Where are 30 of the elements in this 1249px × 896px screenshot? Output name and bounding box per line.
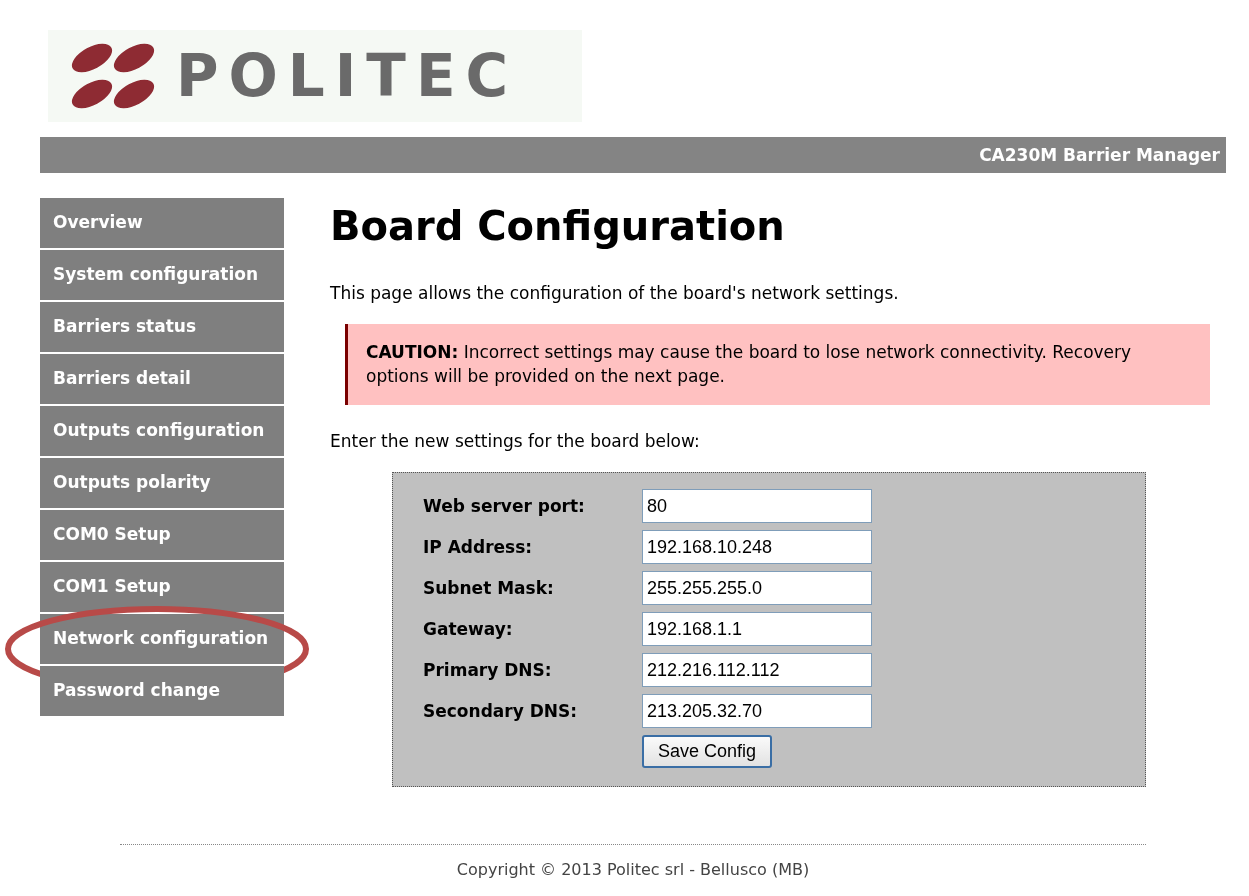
field-label: Secondary DNS: [423, 701, 579, 721]
nav-item[interactable]: Password change [40, 666, 284, 716]
field-label: IP Address: [423, 537, 534, 557]
input-field[interactable]: 192.168.1.1 [642, 612, 872, 646]
app-title: CA230M Barrier Manager [979, 145, 1220, 165]
nav-item[interactable]: System configuration [40, 250, 284, 300]
nav-item[interactable]: Barriers detail [40, 354, 284, 404]
field-label: Web server port: [423, 496, 586, 516]
nav-item[interactable]: COM1 Setup [40, 562, 284, 612]
logo-text: POLITEC [176, 47, 519, 105]
field-label: Primary DNS: [423, 660, 553, 680]
caution-text: CAUTION: Incorrect settings may cause the board to lose network connectivity. Recovery options will be provided on the next page. [366, 342, 1132, 386]
input-field[interactable]: 255.255.255.0 [642, 571, 872, 605]
prompt-text: Enter the new settings for the board below: [330, 430, 701, 452]
intro-text: This page allows the configuration of the board's network settings. [330, 282, 900, 304]
nav-item[interactable]: Barriers status [40, 302, 284, 352]
nav-item[interactable]: Outputs polarity [40, 458, 284, 508]
field-label: Gateway: [423, 619, 514, 639]
nav-item[interactable]: Overview [40, 198, 284, 248]
save-button[interactable]: Save Config [642, 735, 773, 768]
nav-item[interactable]: COM0 Setup [40, 510, 284, 560]
input-field[interactable]: 213.205.32.70 [642, 694, 872, 728]
page-heading: Board Configuration [330, 202, 786, 251]
input-field[interactable]: 212.216.112.112 [642, 653, 872, 687]
input-field[interactable]: 192.168.10.248 [642, 530, 872, 564]
input-field[interactable]: 80 [642, 489, 872, 523]
nav-item[interactable]: Outputs configuration [40, 406, 284, 456]
nav-item[interactable]: Network configuration [40, 614, 284, 664]
copyright-text: Copyright © 2013 Politec srl - Bellusco (MB) [456, 860, 810, 879]
field-label: Subnet Mask: [423, 578, 555, 598]
